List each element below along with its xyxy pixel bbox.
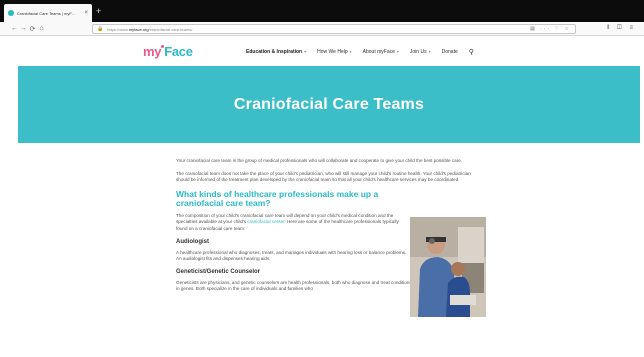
browser-nav-bar: ← → ⟳ ⌂ 🔒 https://www.myface.org/craniof…	[0, 22, 644, 36]
tab-close-icon[interactable]: ×	[84, 10, 88, 16]
photo-illustration	[410, 217, 486, 317]
chevron-down-icon: ▾	[396, 49, 399, 54]
section-heading: What kinds of healthcare professionals m…	[176, 188, 379, 208]
browser-tab-bar: Craniofacial Care Teams | myF… × +	[0, 0, 644, 22]
menu-about-myface[interactable]: About myFace ▾	[363, 49, 399, 55]
back-icon[interactable]: ←	[10, 25, 19, 32]
menu-donate[interactable]: Donate	[442, 49, 458, 55]
chevron-down-icon: ▾	[349, 49, 352, 54]
menu-education-inspiration[interactable]: Education & Inspiration ▾	[246, 49, 306, 55]
doctor-child-photo	[410, 217, 486, 317]
page-title: Craniofacial Care Teams	[233, 95, 425, 113]
composition-paragraph: The composition of your child's craniofa…	[176, 212, 399, 231]
toolbar-icons[interactable]: ⫴ ◫ ≡	[607, 25, 636, 32]
reload-icon[interactable]: ⟳	[28, 25, 37, 33]
article-left-column: What kinds of healthcare professionals m…	[176, 188, 408, 263]
intro-paragraph-1: Your craniofacial care team is the group…	[176, 158, 463, 163]
home-icon[interactable]: ⌂	[37, 25, 46, 32]
chevron-down-icon: ▾	[304, 49, 307, 54]
menu-join-us[interactable]: Join Us ▾	[410, 49, 431, 55]
menu-how-we-help[interactable]: How We Help ▾	[317, 49, 352, 55]
lock-icon: 🔒	[97, 26, 104, 32]
url-bar[interactable]: 🔒 https://www.myface.org/craniofacial-ca…	[92, 24, 576, 34]
craniofacial-center-link[interactable]: craniofacial center	[247, 219, 284, 224]
favicon-icon	[8, 10, 14, 16]
chevron-down-icon: ▾	[428, 49, 431, 54]
hero-banner: Craniofacial Care Teams	[18, 66, 640, 143]
myface-logo[interactable]: my Face	[143, 44, 193, 59]
new-tab-icon[interactable]: +	[96, 4, 101, 18]
main-menu: Education & Inspiration ▾ How We Help ▾ Ab…	[246, 48, 474, 56]
url-action-icons[interactable]: ▤ ··· ♡ ☆	[530, 26, 571, 32]
tab-title: Craniofacial Care Teams | myF…	[17, 10, 76, 16]
search-icon[interactable]: ⚲	[469, 48, 474, 56]
browser-tab[interactable]: Craniofacial Care Teams | myF… ×	[4, 4, 92, 22]
forward-icon[interactable]: →	[19, 25, 28, 32]
intro-paragraph-2: The craniofacial team does not take the …	[176, 170, 471, 183]
site-header: my Face Education & Inspiration ▾ How We H…	[0, 36, 644, 66]
audiologist-paragraph: A healthcare professional who diagnoses,…	[176, 249, 407, 262]
audiologist-heading: Audiologist	[176, 238, 209, 245]
url-text: https://www.myface.org/craniofacial-care…	[107, 26, 193, 32]
